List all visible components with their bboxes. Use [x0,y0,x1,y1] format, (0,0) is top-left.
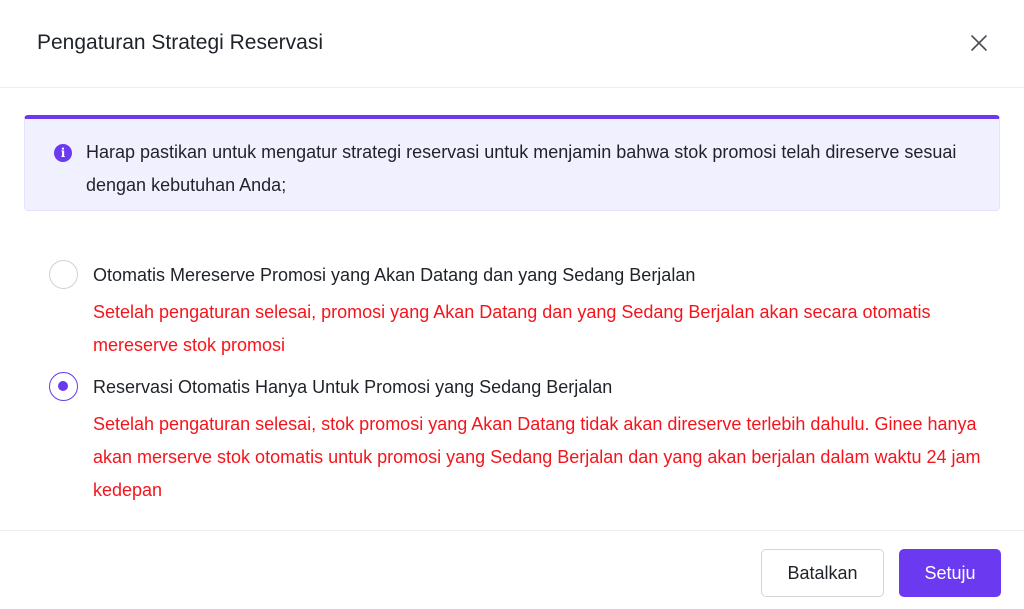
radio-auto-upcoming-and-ongoing[interactable] [49,260,78,289]
dialog-header: Pengaturan Strategi Reservasi [0,0,1024,88]
cancel-button[interactable]: Batalkan [761,549,884,597]
info-icon: i [54,144,72,162]
radio-auto-ongoing-only[interactable] [49,372,78,401]
dialog-title: Pengaturan Strategi Reservasi [37,31,323,54]
dialog-footer: Batalkan Setuju [0,530,1024,609]
info-alert: i Harap pastikan untuk mengatur strategi… [24,115,1000,211]
confirm-button[interactable]: Setuju [899,549,1001,597]
option-description: Setelah pengaturan selesai, promosi yang… [93,302,931,355]
close-icon [971,35,987,51]
reservation-strategy-dialog: Pengaturan Strategi Reservasi i Harap pa… [0,0,1024,609]
close-button[interactable] [962,26,996,60]
alert-message: Harap pastikan untuk mengatur strategi r… [86,142,957,195]
option-label[interactable]: Otomatis Mereserve Promosi yang Akan Dat… [93,262,695,288]
option-label[interactable]: Reservasi Otomatis Hanya Untuk Promosi y… [93,374,612,400]
option-description: Setelah pengaturan selesai, stok promosi… [93,414,981,500]
